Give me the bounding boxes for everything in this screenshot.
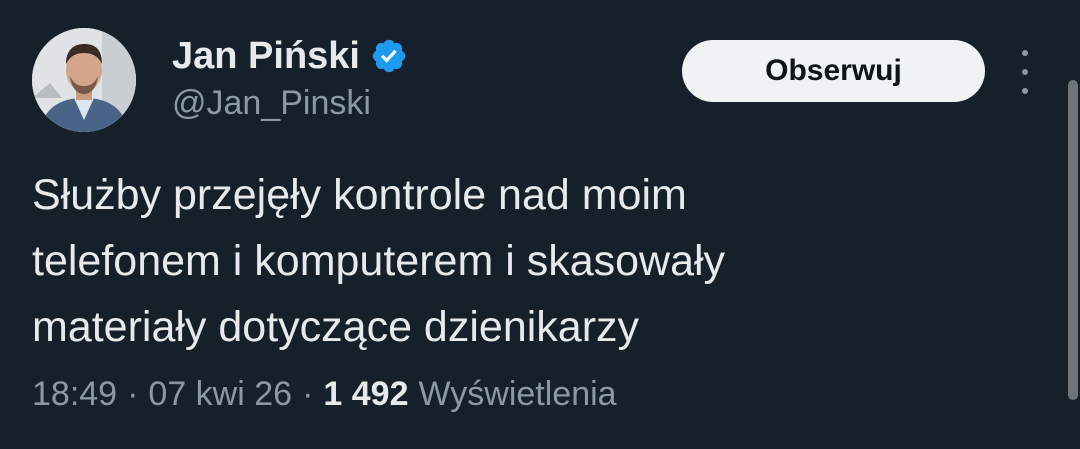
more-dot — [1022, 50, 1028, 56]
tweet-card: Jan Piński @Jan_Pinski Obserwuj Służby p… — [0, 0, 1080, 449]
views-label[interactable]: Wyświetlenia — [418, 372, 616, 416]
more-vertical-icon[interactable] — [1010, 50, 1040, 94]
tweet-text: Służby przejęły kontrole nad moim telefo… — [32, 171, 726, 351]
tweet-date[interactable]: 07 kwi 26 — [148, 372, 292, 416]
author-display-name[interactable]: Jan Piński — [172, 34, 360, 78]
author-handle[interactable]: @Jan_Pinski — [172, 82, 371, 124]
meta-separator: · — [302, 375, 314, 413]
avatar[interactable] — [32, 28, 136, 132]
follow-button[interactable]: Obserwuj — [682, 40, 985, 102]
tweet-meta: 18:49 · 07 kwi 26 · 1 492 Wyświetlenia — [32, 372, 617, 416]
scrollbar[interactable] — [1068, 80, 1078, 400]
more-dot — [1022, 69, 1028, 75]
more-dot — [1022, 88, 1028, 94]
verified-badge-icon — [372, 39, 406, 73]
author-name-row[interactable]: Jan Piński — [172, 34, 408, 78]
tweet-time[interactable]: 18:49 — [32, 372, 117, 416]
avatar-photo-icon — [32, 28, 136, 132]
meta-separator: · — [127, 375, 139, 413]
views-count[interactable]: 1 492 — [323, 372, 408, 416]
